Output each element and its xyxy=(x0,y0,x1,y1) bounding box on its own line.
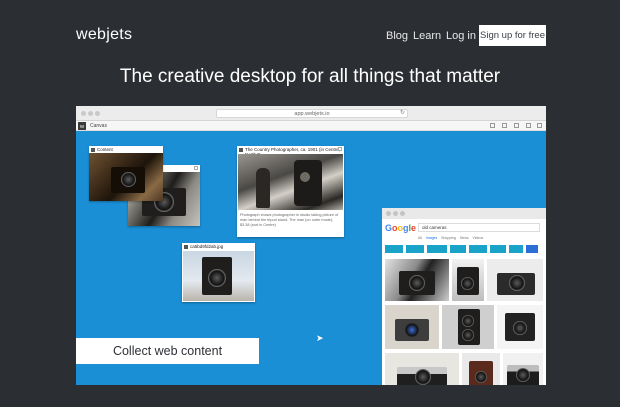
image-result[interactable] xyxy=(385,353,459,385)
webjets-logo[interactable]: webjets xyxy=(76,26,132,44)
file-card: ca5bd9fd2ab.jpg xyxy=(182,243,255,302)
top-nav: webjets Blog Learn Log in Sign up for fr… xyxy=(0,0,620,60)
photo-card: The Country Photographer, ca. 1901 (in C… xyxy=(237,146,344,237)
google-images-window: Google old cameras All Images Shopping N… xyxy=(382,208,546,385)
toolbar-icon xyxy=(537,123,542,128)
signup-button[interactable]: Sign up for free xyxy=(479,25,546,46)
toolbar-icon xyxy=(526,123,531,128)
toolbar-icon xyxy=(490,123,495,128)
image-result[interactable] xyxy=(442,305,494,349)
camera-icon xyxy=(111,163,145,193)
filter-chip[interactable] xyxy=(469,245,487,253)
toolbar-icon xyxy=(514,123,519,128)
filter-chip[interactable] xyxy=(427,245,447,253)
browser-titlebar xyxy=(382,208,546,219)
card-header: ca5bd9fd2ab.jpg xyxy=(182,243,255,250)
filter-chip[interactable] xyxy=(490,245,506,253)
camera-image xyxy=(183,251,254,301)
collect-web-content-label: Collect web content xyxy=(76,338,259,364)
nav-link-login[interactable]: Log in xyxy=(446,30,476,42)
address-bar: app.webjets.io xyxy=(216,109,408,118)
vintage-photo xyxy=(238,154,343,210)
tab-shopping[interactable]: Shopping xyxy=(441,236,456,240)
mouse-cursor-icon: ➤ xyxy=(316,333,324,343)
reload-icon: ↻ xyxy=(400,110,406,116)
tab-videos[interactable]: Videos xyxy=(473,236,484,240)
board-title: Canvas xyxy=(90,122,107,129)
camera-icon xyxy=(458,309,480,345)
hero-headline: The creative desktop for all things that… xyxy=(119,66,501,87)
camera-icon xyxy=(497,269,535,295)
tab-images[interactable]: Images xyxy=(426,236,437,240)
app-toolbar: W Canvas xyxy=(76,121,546,131)
window-zoom-dot xyxy=(95,111,100,116)
filter-chips xyxy=(385,245,546,254)
nav-link-blog[interactable]: Blog xyxy=(386,30,408,42)
image-result[interactable] xyxy=(462,353,500,385)
webjets-badge-icon: W xyxy=(78,122,86,130)
image-result[interactable] xyxy=(385,259,449,301)
toolbar-icon xyxy=(502,123,507,128)
filter-chip[interactable] xyxy=(509,245,523,253)
camera-icon xyxy=(395,315,429,341)
browser-titlebar: app.webjets.io ↻ xyxy=(76,106,546,121)
camera-icon xyxy=(399,267,435,295)
window-minimize-dot xyxy=(393,211,398,216)
window-close-dot xyxy=(386,211,391,216)
camera-icon xyxy=(397,363,447,385)
close-icon xyxy=(194,166,198,170)
nav-link-learn[interactable]: Learn xyxy=(413,30,441,42)
tab-news[interactable]: News xyxy=(460,236,469,240)
camera-image xyxy=(89,153,163,201)
window-zoom-dot xyxy=(400,211,405,216)
camera-icon xyxy=(457,267,479,295)
window-minimize-dot xyxy=(88,111,93,116)
camera-icon xyxy=(505,313,535,341)
card-header: Content xyxy=(89,146,163,153)
image-result[interactable] xyxy=(452,259,484,301)
close-icon xyxy=(338,147,342,151)
card-title: ca5bd9fd2ab.jpg xyxy=(190,244,224,249)
filter-chip[interactable] xyxy=(406,245,424,253)
camera-icon xyxy=(507,363,539,385)
google-search-input[interactable]: old cameras xyxy=(418,223,540,232)
window-close-dot xyxy=(81,111,86,116)
photo-caption: Photograph shows photographer in studio … xyxy=(240,213,339,227)
filter-chip[interactable] xyxy=(450,245,466,253)
camera-icon xyxy=(198,257,236,295)
card-header: The Country Photographer, ca. 1901 (in C… xyxy=(237,146,344,157)
image-result[interactable] xyxy=(487,259,543,301)
image-result[interactable] xyxy=(503,353,543,385)
image-result[interactable] xyxy=(497,305,543,349)
card-title: Content xyxy=(97,147,113,152)
image-result[interactable] xyxy=(385,305,439,349)
filter-chip[interactable] xyxy=(385,245,403,253)
content-card: Content xyxy=(89,146,163,201)
filter-chip[interactable] xyxy=(526,245,538,253)
google-tabs: All Images Shopping News Videos xyxy=(418,236,483,240)
google-logo: Google xyxy=(385,223,417,233)
tab-all[interactable]: All xyxy=(418,236,422,240)
camera-icon xyxy=(469,361,493,385)
